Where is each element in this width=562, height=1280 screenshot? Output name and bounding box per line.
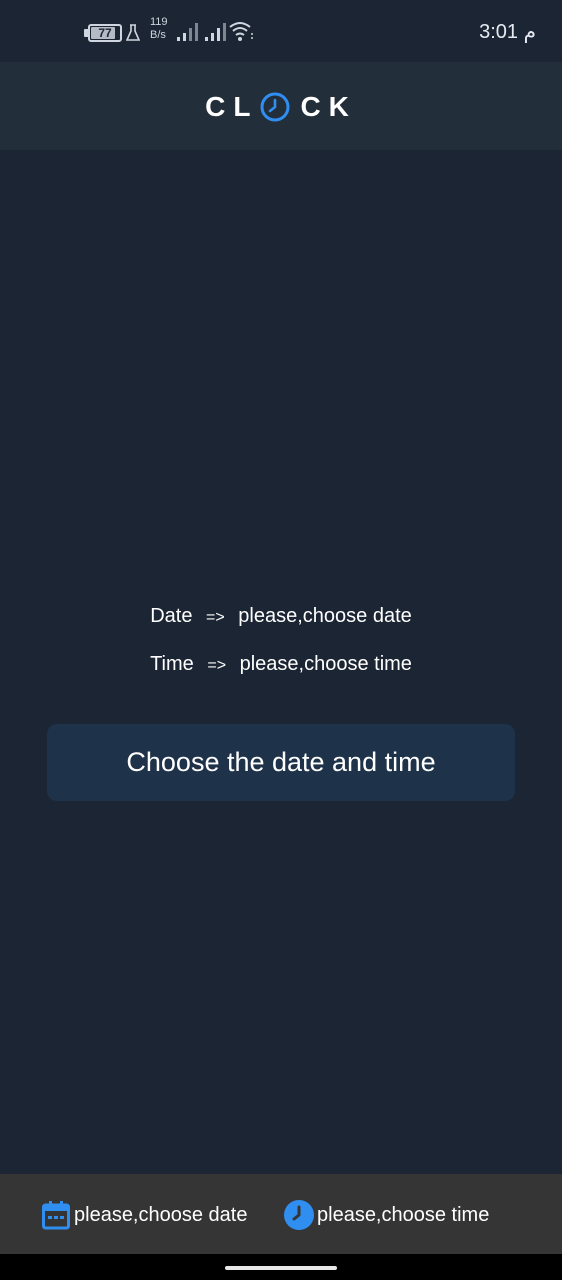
app-logo: CL CK bbox=[0, 91, 562, 122]
screen: 77 119 B/s 3:01 م CL CK Date => please,c… bbox=[0, 0, 562, 1280]
logo-text-right: CK bbox=[300, 91, 357, 122]
home-indicator[interactable] bbox=[225, 1266, 337, 1270]
battery-level: 77 bbox=[98, 26, 112, 40]
wifi-icon bbox=[229, 22, 253, 41]
time-arrow: => bbox=[207, 657, 227, 674]
date-value: please,choose date bbox=[238, 605, 412, 627]
bottom-time-item[interactable]: please,choose time bbox=[283, 1198, 489, 1232]
date-arrow: => bbox=[206, 609, 225, 626]
clock-icon bbox=[284, 1200, 314, 1230]
time-line: Time => please,choose time bbox=[0, 652, 562, 676]
app-bar: CL CK bbox=[0, 62, 562, 150]
time-value: please,choose time bbox=[239, 653, 412, 675]
bottom-time-text: please,choose time bbox=[317, 1203, 490, 1226]
status-time: 3:01 م bbox=[479, 21, 536, 43]
bottom-bar: please,choose date please,choose time bbox=[0, 1174, 562, 1254]
cell-signal-icon bbox=[177, 23, 198, 41]
system-nav-bar bbox=[0, 1254, 562, 1280]
date-line: Date => please,choose date bbox=[0, 604, 562, 628]
calendar-icon bbox=[42, 1201, 70, 1230]
flask-icon bbox=[126, 24, 140, 41]
time-label: Time bbox=[150, 653, 194, 675]
battery-icon: 77 bbox=[88, 24, 122, 42]
clock-icon bbox=[260, 92, 290, 122]
bottom-date-text: please,choose date bbox=[74, 1203, 248, 1226]
choose-date-time-button[interactable]: Choose the date and time bbox=[47, 724, 515, 801]
bottom-date-item[interactable]: please,choose date bbox=[42, 1198, 247, 1232]
status-bar: 77 119 B/s 3:01 م bbox=[0, 0, 562, 62]
logo-text-left: CL bbox=[205, 91, 259, 122]
date-label: Date bbox=[150, 605, 193, 627]
cell-signal-2-icon bbox=[205, 23, 226, 41]
